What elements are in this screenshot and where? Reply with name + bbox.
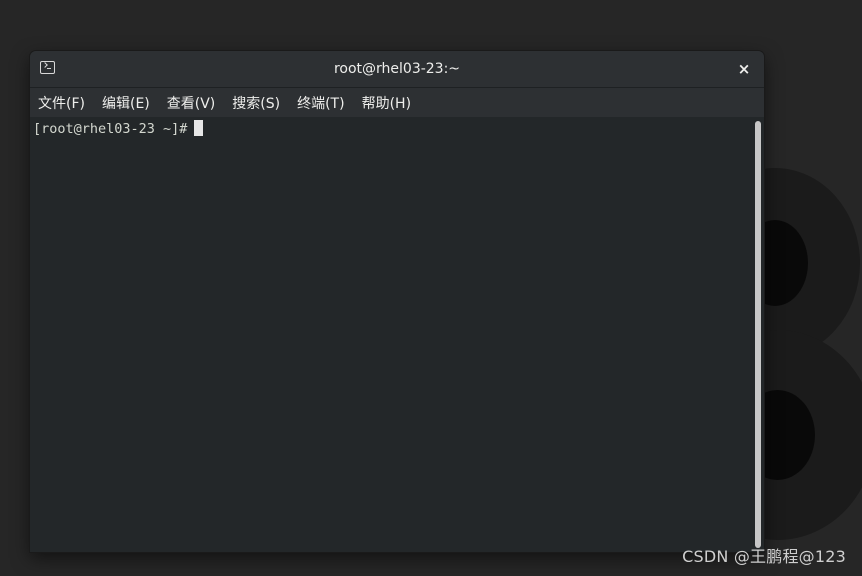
terminal-area[interactable]: [root@rhel03-23 ~]#: [30, 117, 752, 552]
menu-file[interactable]: 文件(F): [38, 93, 85, 113]
menu-bar: 文件(F) 编辑(E) 查看(V) 搜索(S) 终端(T) 帮助(H): [30, 88, 764, 117]
scrollbar-thumb[interactable]: [755, 121, 761, 548]
menu-edit[interactable]: 编辑(E): [102, 93, 150, 113]
watermark: CSDN @王鹏程@123: [682, 547, 846, 566]
close-button[interactable]: ×: [734, 59, 754, 79]
menu-terminal[interactable]: 终端(T): [297, 93, 344, 113]
prompt-line: [root@rhel03-23 ~]#: [33, 120, 204, 138]
title-bar[interactable]: root@rhel03-23:~ ×: [30, 51, 764, 88]
terminal-window[interactable]: root@rhel03-23:~ × 文件(F) 编辑(E) 查看(V) 搜索(…: [30, 51, 764, 552]
shell-prompt: [root@rhel03-23 ~]#: [33, 121, 188, 137]
window-title: root@rhel03-23:~: [333, 61, 461, 77]
text-cursor: [194, 120, 204, 136]
close-icon: ×: [737, 60, 751, 78]
scrollbar[interactable]: [752, 117, 764, 552]
menu-help[interactable]: 帮助(H): [362, 93, 411, 113]
menu-search[interactable]: 搜索(S): [232, 93, 280, 113]
menu-view[interactable]: 查看(V): [167, 93, 216, 113]
